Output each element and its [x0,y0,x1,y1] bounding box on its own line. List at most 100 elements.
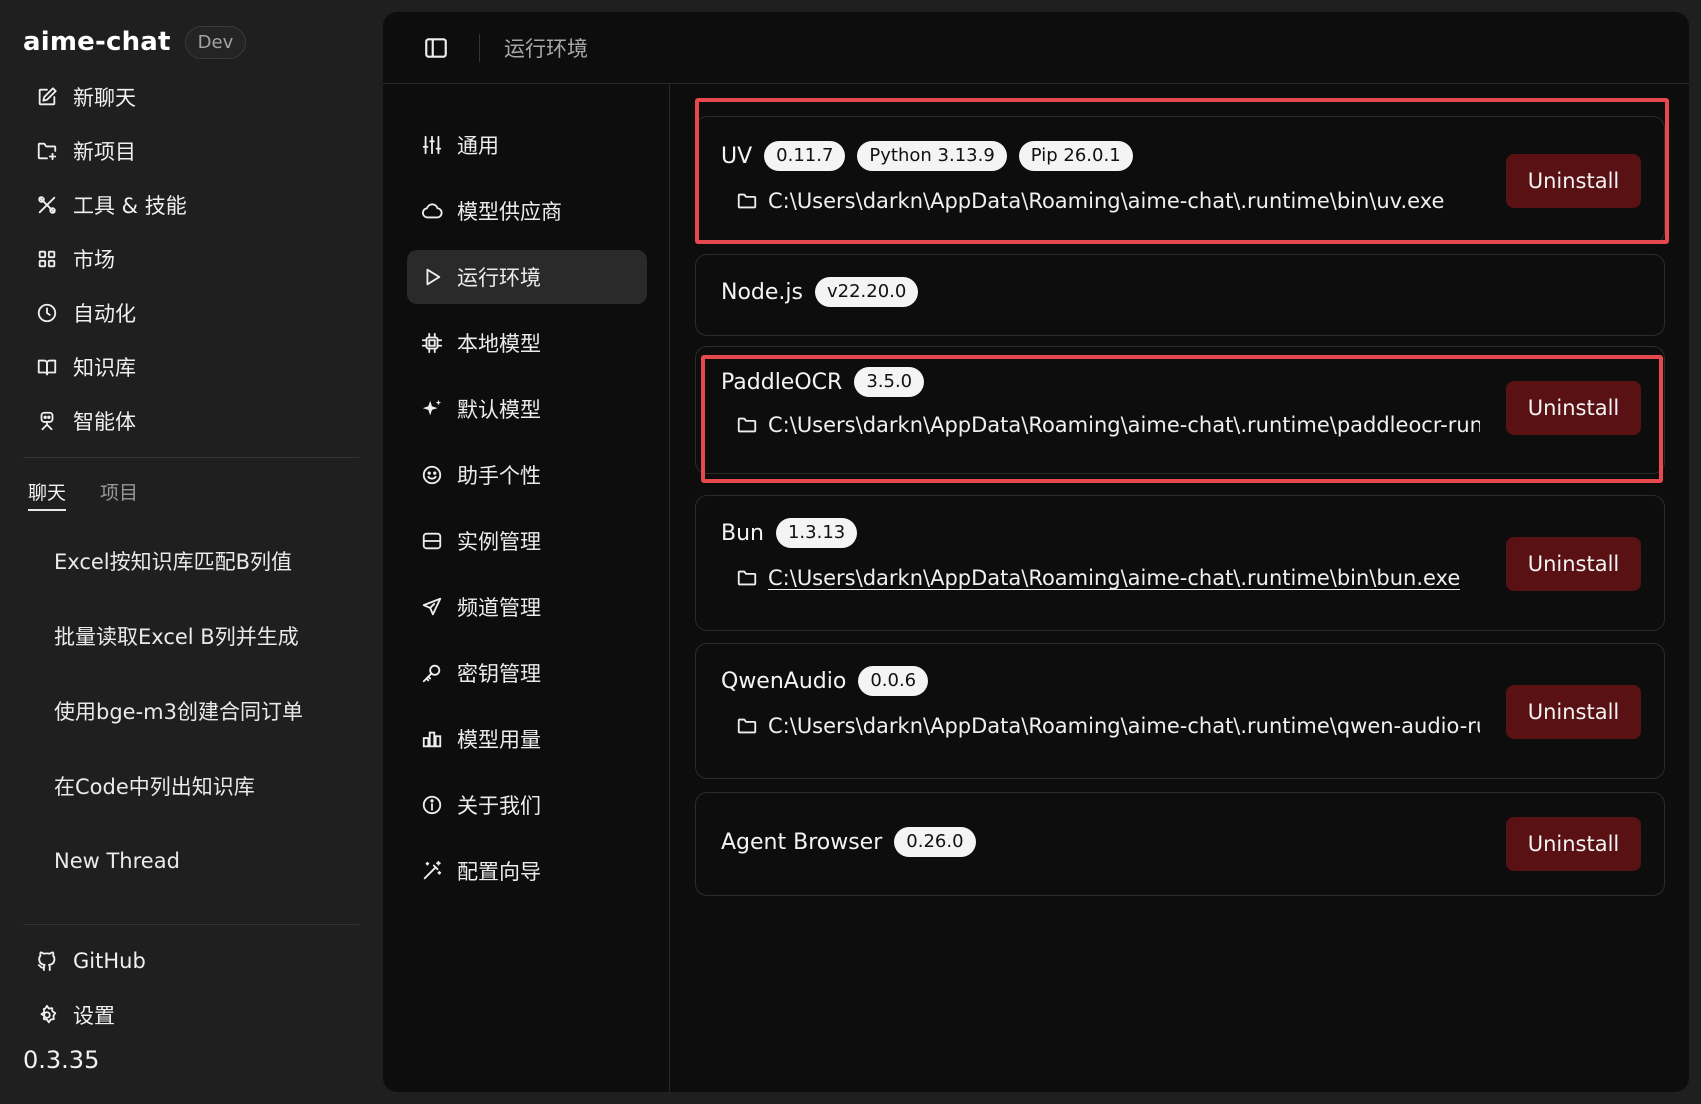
sidebar: aime-chat Dev 新聊天 新项目 工具 & 技能 市场 自动化 知识库… [0,0,383,1104]
play-icon [421,266,443,288]
sidebar-item-new-project[interactable]: 新项目 [23,124,359,178]
runtime-card-uv: UV 0.11.7 Python 3.13.9 Pip 26.0.1 C:\Us… [695,116,1665,244]
settings-nav-label: 通用 [457,134,499,158]
sidebar-item-new-chat[interactable]: 新聊天 [23,70,359,124]
sidebar-item-label: GitHub [73,949,146,973]
bot-icon [36,410,58,432]
uninstall-button[interactable]: Uninstall [1506,154,1641,208]
thread-item[interactable]: 使用bge-m3创建合同订单 [23,673,359,748]
sidebar-tabs: 聊天 项目 [28,478,138,511]
header-divider [479,33,480,62]
sidebar-item-label: 智能体 [73,410,136,434]
thread-title: 批量读取Excel B列并生成 [54,624,299,649]
book-icon [36,356,58,378]
settings-nav-wizard[interactable]: 配置向导 [407,844,647,898]
folder-icon [736,190,758,212]
sparkles-icon [421,398,443,420]
runtime-card-bun: Bun 1.3.13 C:\Users\darkn\AppData\Roamin… [695,495,1665,631]
runtime-path[interactable]: C:\Users\darkn\AppData\Roaming\aime-chat… [768,189,1444,213]
settings-nav-label: 模型供应商 [457,200,562,224]
settings-nav-label: 助手个性 [457,464,541,488]
sidebar-item-label: 新项目 [73,140,136,164]
version-badge: 0.11.7 [764,141,846,171]
sidebar-item-label: 自动化 [73,302,136,326]
runtime-name: Node.js [721,279,803,305]
settings-nav: 通用 模型供应商 运行环境 本地模型 默认模型 助手个性 实例管理 频道管理 密… [383,84,670,1092]
sidebar-item-market[interactable]: 市场 [23,232,359,286]
settings-nav-channels[interactable]: 频道管理 [407,580,647,634]
tab-chat[interactable]: 聊天 [28,478,67,511]
settings-nav-local-models[interactable]: 本地模型 [407,316,647,370]
app-version: 0.3.35 [23,1046,100,1074]
runtime-card-agent-browser: Agent Browser 0.26.0 Uninstall [695,792,1665,896]
pip-badge: Pip 26.0.1 [1018,141,1133,171]
settings-nav-usage[interactable]: 模型用量 [407,712,647,766]
key-icon [421,662,443,684]
version-badge: 1.3.13 [775,518,858,548]
runtime-path[interactable]: C:\Users\darkn\AppData\Roaming\aime-chat… [768,413,1480,437]
settings-nav-personality[interactable]: 助手个性 [407,448,647,502]
edit-icon [36,86,58,108]
settings-nav-label: 关于我们 [457,794,541,818]
env-badge: Dev [184,25,247,59]
version-badge: 0.0.6 [858,666,929,696]
thread-item[interactable]: 批量读取Excel B列并生成 [23,598,359,673]
thread-item[interactable]: 在Code中列出知识库 [23,748,359,823]
sidebar-item-tools[interactable]: 工具 & 技能 [23,178,359,232]
version-badge: 3.5.0 [854,367,925,397]
github-icon [36,950,58,972]
sidebar-item-label: 设置 [73,1004,115,1028]
version-badge: v22.20.0 [814,277,919,307]
info-icon [421,794,443,816]
uninstall-button[interactable]: Uninstall [1506,537,1641,591]
runtime-card-paddleocr: PaddleOCR 3.5.0 C:\Users\darkn\AppData\R… [695,346,1665,474]
runtime-path-link[interactable]: C:\Users\darkn\AppData\Roaming\aime-chat… [768,566,1460,590]
settings-nav-label: 默认模型 [457,398,541,422]
sidebar-item-label: 知识库 [73,356,136,380]
sidebar-toggle-icon[interactable] [423,35,449,61]
sidebar-item-automation[interactable]: 自动化 [23,286,359,340]
settings-nav-about[interactable]: 关于我们 [407,778,647,832]
settings-nav-runtime[interactable]: 运行环境 [407,250,647,304]
send-icon [421,596,443,618]
sidebar-item-label: 市场 [73,248,115,272]
sidebar-nav: 新聊天 新项目 工具 & 技能 市场 自动化 知识库 智能体 [23,70,359,448]
main-panel: 运行环境 通用 模型供应商 运行环境 本地模型 默认模型 助手个性 实例管理 频… [383,12,1689,1092]
bar-chart-icon [421,728,443,750]
cloud-icon [421,200,443,222]
sidebar-item-settings[interactable]: 设置 [23,988,359,1042]
runtime-name: UV [721,143,753,169]
sidebar-item-knowledge[interactable]: 知识库 [23,340,359,394]
brand: aime-chat Dev [23,22,247,62]
page-title: 运行环境 [504,36,588,61]
thread-item[interactable]: Excel按知识库匹配B列值 [23,523,359,598]
settings-nav-default-model[interactable]: 默认模型 [407,382,647,436]
settings-nav-label: 运行环境 [457,266,541,290]
python-badge: Python 3.13.9 [857,141,1007,171]
uninstall-button[interactable]: Uninstall [1506,381,1641,435]
clock-icon [36,302,58,324]
sliders-icon [421,134,443,156]
runtime-card-nodejs: Node.js v22.20.0 [695,254,1665,336]
sidebar-item-label: 工具 & 技能 [73,194,187,218]
version-badge: 0.26.0 [894,827,976,857]
uninstall-button[interactable]: Uninstall [1506,685,1641,739]
sidebar-item-label: 新聊天 [73,86,136,110]
runtime-path[interactable]: C:\Users\darkn\AppData\Roaming\aime-chat… [768,714,1480,738]
settings-nav-general[interactable]: 通用 [407,118,647,172]
thread-title: New Thread [54,848,180,873]
settings-nav-instances[interactable]: 实例管理 [407,514,647,568]
sidebar-item-github[interactable]: GitHub [23,934,359,988]
thread-item[interactable]: New Thread [23,823,359,898]
app-name: aime-chat [23,27,171,57]
settings-nav-label: 模型用量 [457,728,541,752]
wand-icon [421,860,443,882]
tab-project[interactable]: 项目 [100,478,138,511]
runtime-name: Agent Browser [721,829,883,855]
settings-nav-keys[interactable]: 密钥管理 [407,646,647,700]
settings-nav-providers[interactable]: 模型供应商 [407,184,647,238]
settings-nav-label: 实例管理 [457,530,541,554]
settings-nav-label: 配置向导 [457,860,541,884]
sidebar-item-agents[interactable]: 智能体 [23,394,359,448]
uninstall-button[interactable]: Uninstall [1506,817,1641,871]
